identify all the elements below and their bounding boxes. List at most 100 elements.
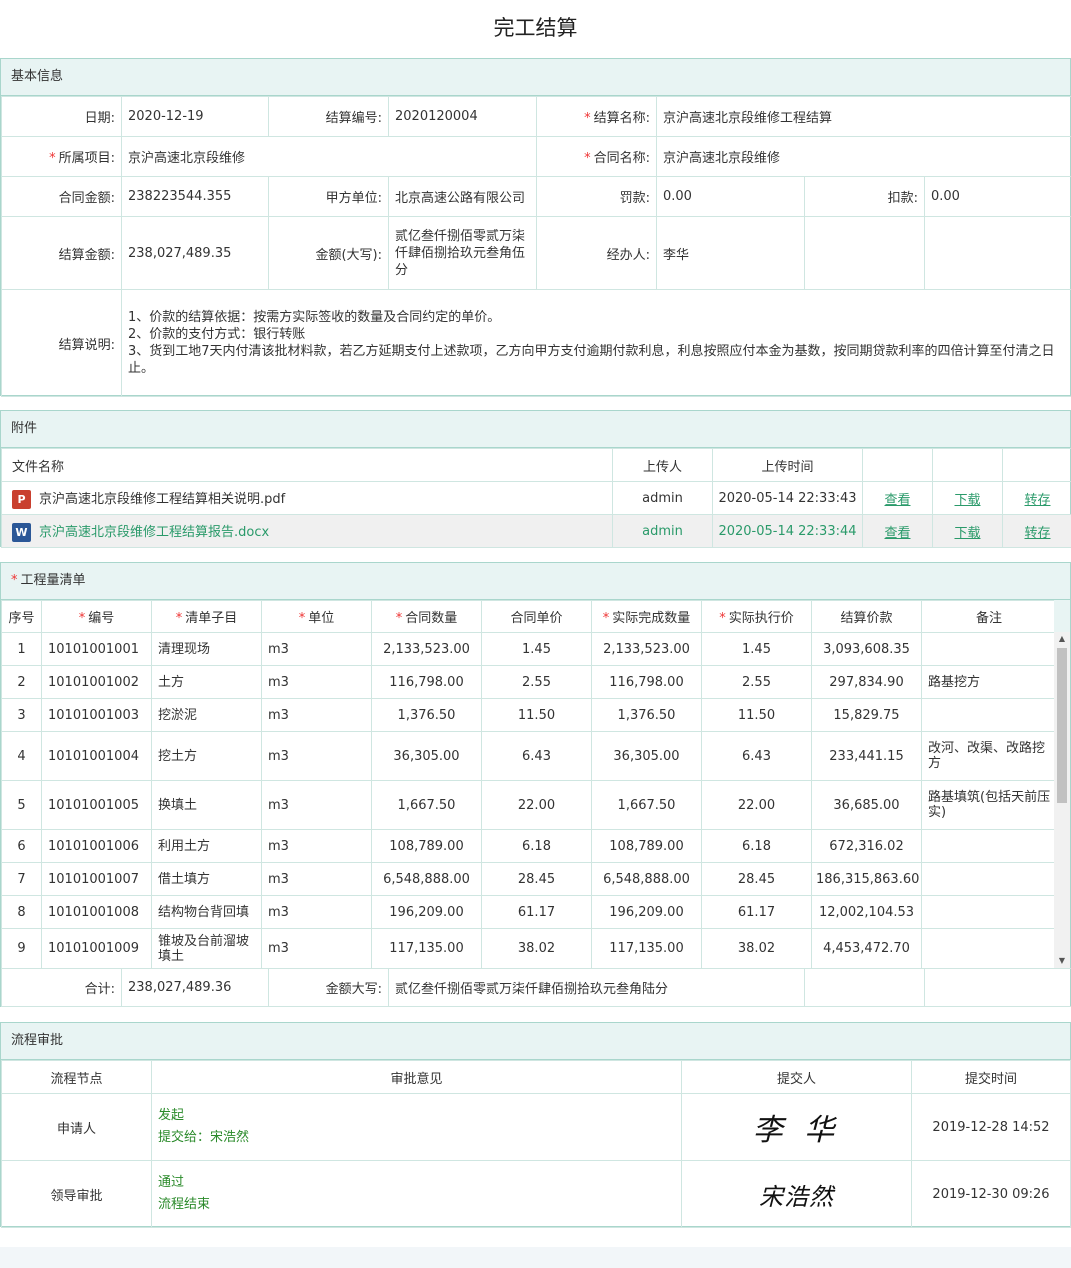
penalty-value: 0.00 [656, 176, 805, 217]
settlement-amount-value: 238,027,489.35 [121, 216, 269, 290]
party-a-value: 北京高速公路有限公司 [388, 176, 537, 217]
approval-flow-header: 流程审批 [1, 1023, 1070, 1060]
table-row: 3 10101001003 挖淤泥 m3 1,376.50 11.50 1,376.50 11… [1, 698, 1057, 732]
cell-seq: 3 [1, 698, 42, 732]
cell-actual-price: 38.02 [701, 928, 812, 968]
cell-unit: m3 [261, 698, 372, 732]
cell-code: 10101001006 [41, 829, 152, 863]
footer-bar [0, 1247, 1071, 1268]
quantities-header: * 工程量清单 [1, 563, 1070, 600]
col-submitter: 提交人 [681, 1060, 912, 1094]
cell-code: 10101001008 [41, 895, 152, 929]
total-upper-label: 金额大写: [268, 968, 389, 1007]
table-row: 4 10101001004 挖土方 m3 36,305.00 6.43 36,305.00 6… [1, 731, 1057, 781]
cell-contract-price: 6.43 [481, 731, 592, 781]
col-file-name: 文件名称 [1, 448, 613, 482]
empty-cell [804, 968, 925, 1007]
save-link[interactable]: 转存 [1024, 526, 1050, 541]
quantities-section: * 工程量清单 序号 * 编号 * 清单子目 * 单位 * 合同数量 合同单价 * 实际完成… [0, 562, 1071, 1007]
contract-amount-label: 合同金额: [1, 176, 122, 217]
cell-remark [921, 895, 1057, 929]
cell-contract-price: 22.00 [481, 780, 592, 830]
cell-unit: m3 [261, 780, 372, 830]
download-link[interactable]: 下载 [954, 526, 980, 541]
cell-actual-qty: 1,667.50 [591, 780, 702, 830]
cell-remark [921, 632, 1057, 666]
download-link[interactable]: 下载 [954, 493, 980, 508]
view-link[interactable]: 查看 [884, 493, 910, 508]
basic-info-section: 基本信息 日期: 2020-12-19 结算编号: 2020120004 * 结算… [0, 58, 1071, 397]
date-label: 日期: [1, 96, 122, 137]
description-line: 1、价款的结算依据：按需方实际签收的数量及合同约定的单价。 [128, 310, 501, 325]
deduction-label: 扣款: [804, 176, 925, 217]
cell-code: 10101001009 [41, 928, 152, 968]
col-remark: 备注 [921, 600, 1057, 633]
attachments-header: 附件 [1, 411, 1070, 448]
settlement-name-label: * 结算名称: [536, 96, 657, 137]
attachments-section: 附件 文件名称 上传人 上传时间 P 京沪高速北京段维修工程结算相关说明.pdf … [0, 410, 1071, 548]
cell-contract-price: 11.50 [481, 698, 592, 732]
scroll-up-arrow-icon[interactable]: ▲ [1054, 632, 1070, 646]
cell-code: 10101001007 [41, 862, 152, 896]
col-code: * 编号 [41, 600, 152, 633]
handler-value: 李华 [656, 216, 805, 290]
flow-row: 领导审批 通过 流程结束 宋浩然 2019-12-30 09:26 [1, 1160, 1071, 1228]
cell-seq: 7 [1, 862, 42, 896]
cell-contract-qty: 108,789.00 [371, 829, 482, 863]
quantities-scroll-area[interactable]: 序号 * 编号 * 清单子目 * 单位 * 合同数量 合同单价 * 实际完成数量 * 实际执… [1, 600, 1070, 968]
cell-contract-qty: 2,133,523.00 [371, 632, 482, 666]
scroll-thumb[interactable] [1057, 648, 1067, 803]
flow-node: 领导审批 [1, 1160, 152, 1228]
amount-upper-label: 金额(大写): [268, 216, 389, 290]
basic-info-header: 基本信息 [1, 59, 1070, 96]
cell-seq: 1 [1, 632, 42, 666]
flow-opinion-line: 提交给：宋浩然 [158, 1130, 250, 1145]
flow-submitter-signature: 宋浩然 [681, 1160, 912, 1228]
date-value: 2020-12-19 [121, 96, 269, 137]
contract-name-label: * 合同名称: [536, 136, 657, 177]
attachment-file-name: P 京沪高速北京段维修工程结算相关说明.pdf [1, 481, 613, 515]
party-a-label: 甲方单位: [268, 176, 389, 217]
cell-settle-price: 4,453,472.70 [811, 928, 922, 968]
approval-flow-section: 流程审批 流程节点 审批意见 提交人 提交时间 申请人 发起 提交给：宋浩然 李… [0, 1022, 1071, 1228]
required-mark: * [49, 151, 56, 166]
col-contract-qty: * 合同数量 [371, 600, 482, 633]
table-row: 1 10101001001 清理现场 m3 2,133,523.00 1.45 2,133,… [1, 632, 1057, 666]
page-title: 完工结算 [493, 16, 578, 40]
cell-actual-price: 22.00 [701, 780, 812, 830]
flow-opinion: 通过 流程结束 [151, 1160, 682, 1228]
cell-item: 利用土方 [151, 829, 262, 863]
attachment-row[interactable]: P 京沪高速北京段维修工程结算相关说明.pdf admin 2020-05-14 … [1, 481, 1071, 515]
col-actual-qty: * 实际完成数量 [591, 600, 702, 633]
cell-code: 10101001001 [41, 632, 152, 666]
description-value: 1、价款的结算依据：按需方实际签收的数量及合同约定的单价。 2、价款的支付方式：… [121, 289, 1071, 397]
cell-settle-price: 186,315,863.60 [811, 862, 922, 896]
cell-item: 结构物台背回填 [151, 895, 262, 929]
project-value: 京沪高速北京段维修 [121, 136, 537, 177]
cell-settle-price: 12,002,104.53 [811, 895, 922, 929]
col-action [862, 448, 933, 482]
view-link[interactable]: 查看 [884, 526, 910, 541]
cell-contract-qty: 196,209.00 [371, 895, 482, 929]
attachment-uploader: admin [612, 514, 713, 548]
cell-actual-qty: 116,798.00 [591, 665, 702, 699]
required-mark: * [584, 111, 591, 126]
cell-contract-price: 61.17 [481, 895, 592, 929]
flow-node: 申请人 [1, 1093, 152, 1161]
save-link[interactable]: 转存 [1024, 493, 1050, 508]
cell-seq: 8 [1, 895, 42, 929]
cell-actual-price: 2.55 [701, 665, 812, 699]
quantities-total-table: 合计: 238,027,489.36 金额大写: 贰亿叁仟捌佰零贰万柒仟肆佰捌拾… [1, 968, 1071, 1007]
basic-info-table: 日期: 2020-12-19 结算编号: 2020120004 * 结算名称: 京… [1, 96, 1071, 397]
cell-contract-qty: 1,667.50 [371, 780, 482, 830]
attachment-uploader: admin [612, 481, 713, 515]
cell-unit: m3 [261, 829, 372, 863]
scroll-down-arrow-icon[interactable]: ▼ [1054, 954, 1070, 968]
settlement-no-label: 结算编号: [268, 96, 389, 137]
cell-contract-price: 1.45 [481, 632, 592, 666]
deduction-value: 0.00 [924, 176, 1071, 217]
cell-remark: 路基填筑(包括天前压实) [921, 780, 1057, 830]
attachment-row[interactable]: W 京沪高速北京段维修工程结算报告.docx admin 2020-05-14 2… [1, 514, 1071, 548]
table-row: 8 10101001008 结构物台背回填 m3 196,209.00 61.17 196,… [1, 895, 1057, 929]
vertical-scrollbar[interactable]: ▲ ▼ [1054, 632, 1070, 968]
